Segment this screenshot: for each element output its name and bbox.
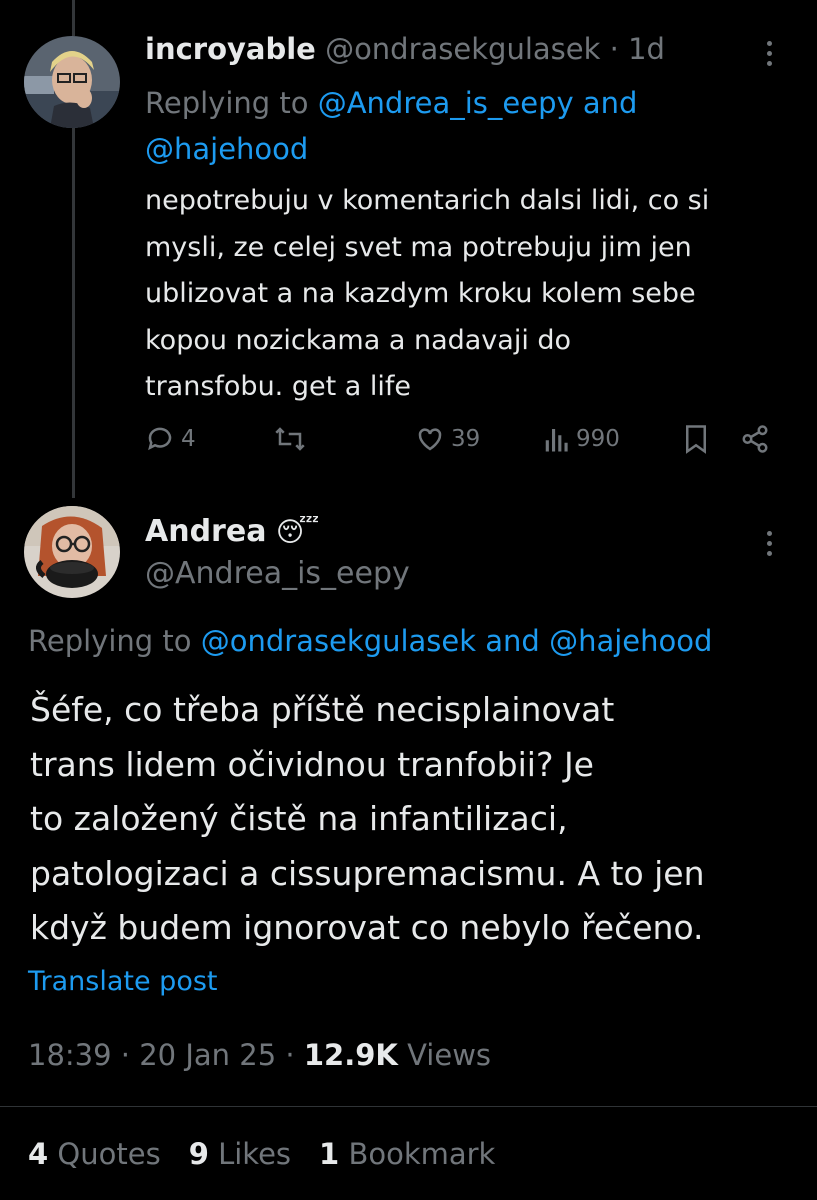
replying-to: Replying to @ondrasekgulasek and @hajeho… (28, 624, 712, 658)
reply-icon (148, 427, 172, 451)
timestamp-time[interactable]: 18:39 (28, 1038, 112, 1072)
like-count: 39 (451, 426, 481, 452)
bookmark-action[interactable] (683, 424, 709, 454)
views-count: 12.9K (303, 1038, 398, 1072)
timestamp-separator: · (285, 1038, 295, 1072)
retweet-action[interactable] (273, 424, 307, 454)
separator: · (609, 32, 619, 66)
avatar-incroyable[interactable] (24, 36, 120, 128)
likes-label: Likes (218, 1137, 292, 1171)
body-line: trans lidem očividnou tranfobii? Je (30, 744, 594, 784)
avatar-andrea[interactable] (24, 506, 120, 598)
body-line: nepotrebuju v komentarich dalsi lidi, co… (145, 185, 710, 216)
views-label: Views (407, 1038, 492, 1072)
likes-stat[interactable]: 9 Likes (189, 1137, 291, 1171)
more-icon[interactable] (765, 41, 773, 66)
handle[interactable]: @ondrasekgulasek (325, 32, 600, 66)
mention-and: and (582, 86, 638, 120)
translate-post-link[interactable]: Translate post (28, 966, 218, 997)
bookmarks-stat[interactable]: 1 Bookmark (319, 1137, 495, 1171)
quotes-stat[interactable]: 4 Quotes (28, 1137, 161, 1171)
replying-to: Replying to @Andrea_is_eepy and @hajehoo… (145, 80, 785, 172)
divider (0, 1106, 817, 1107)
body-line: transfobu. get a life (145, 371, 412, 402)
body-line: mysli, ze celej svet ma potrebuju jim je… (145, 231, 692, 263)
views-action[interactable]: 990 (544, 424, 620, 454)
body-line: když budem ignorovat co nebylo řečeno. (30, 908, 704, 947)
share-action[interactable] (739, 424, 771, 454)
bookmark-icon (686, 425, 706, 454)
mention-hajehood[interactable]: @hajehood (549, 624, 712, 658)
more-icon[interactable] (765, 531, 773, 556)
quotes-count: 4 (28, 1137, 49, 1171)
body-line: to založený čistě na infantilizaci, (30, 799, 568, 838)
handle[interactable]: @Andrea_is_eepy (145, 556, 410, 591)
sleepy-emoji-icon: 😴 (275, 517, 320, 548)
mention-ondrasek[interactable]: @ondrasekgulasek (201, 624, 476, 658)
timestamp-row: 18:39 · 20 Jan 25 · 12.9K Views (28, 1038, 491, 1072)
replying-prefix: Replying to (145, 86, 309, 120)
mention-and: and (485, 624, 540, 658)
timestamp-date[interactable]: 20 Jan 25 (139, 1038, 276, 1072)
views-icon (545, 429, 568, 452)
quotes-label: Quotes (57, 1137, 161, 1171)
display-name[interactable]: Andrea (145, 514, 266, 549)
main-header: Andrea 😴 (145, 514, 319, 549)
bookmarks-label: Bookmark (348, 1137, 496, 1171)
bookmarks-count: 1 (319, 1137, 340, 1171)
display-name[interactable]: incroyable (145, 32, 316, 66)
timestamp-separator: · (120, 1038, 131, 1072)
reply-action[interactable]: 4 (145, 424, 196, 454)
like-icon (418, 428, 442, 451)
time-ago[interactable]: 1d (628, 32, 665, 66)
reply-header: incroyable @ondrasekgulasek · 1d (145, 32, 665, 66)
engagement-stats: 4 Quotes 9 Likes 1 Bookmark (28, 1137, 495, 1171)
body-line: Šéfe, co třeba příště necisplainovat (30, 690, 615, 729)
replying-prefix: Replying to (28, 624, 192, 658)
views-count: 990 (576, 426, 620, 452)
body-line: kopou nozickama a nadavaji do (145, 324, 572, 356)
main-body: Šéfe, co třeba příště necisplainovat tra… (30, 683, 810, 956)
body-line: ublizovat a na kazdym kroku kolem sebe (145, 278, 696, 309)
thread-line-connector (72, 128, 75, 498)
retweet-icon (275, 427, 305, 451)
share-icon (742, 425, 768, 453)
likes-count: 9 (188, 1137, 209, 1171)
mention-hajehood[interactable]: @hajehood (145, 132, 308, 166)
body-line: patologizaci a cissupremacismu. A to jen (30, 853, 705, 893)
like-action[interactable]: 39 (415, 424, 480, 454)
reply-body: nepotrebuju v komentarich dalsi lidi, co… (145, 178, 795, 411)
mention-andrea[interactable]: @Andrea_is_eepy (318, 86, 574, 120)
reply-count: 4 (181, 426, 196, 452)
thread-line-top (72, 0, 75, 36)
